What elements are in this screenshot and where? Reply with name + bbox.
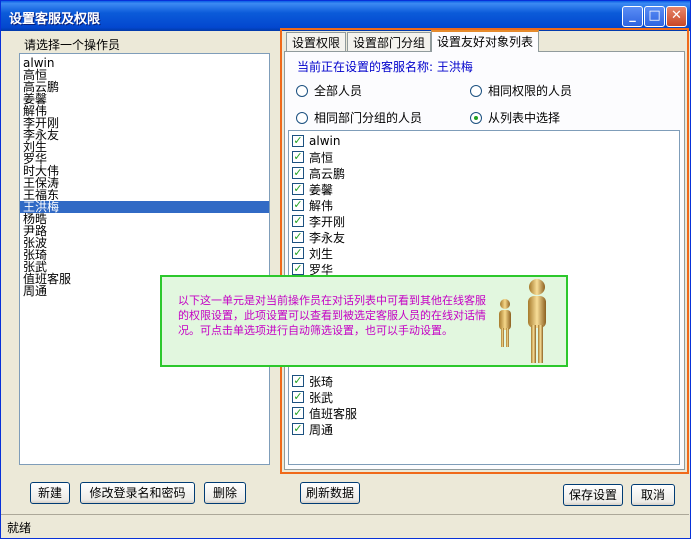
checkbox-checked-icon[interactable]: ✓ <box>292 263 304 275</box>
checklist-item-label: 李开刚 <box>309 214 346 229</box>
window-title: 设置客服及权限 <box>9 12 101 27</box>
checkbox-checked-icon[interactable]: ✓ <box>292 199 304 211</box>
checklist-item-label: 高恒 <box>309 150 334 165</box>
small-person-figure-icon <box>499 299 511 347</box>
checklist-item-label: 刘生 <box>309 246 334 261</box>
checkbox-checked-icon[interactable]: ✓ <box>292 167 304 179</box>
new-button[interactable]: 新建 <box>30 482 70 504</box>
checkbox-checked-icon[interactable]: ✓ <box>292 215 304 227</box>
radio-label: 全部人员 <box>314 84 363 98</box>
checklist-item-label: 值班客服 <box>309 406 358 421</box>
checkbox-checked-icon[interactable]: ✓ <box>292 135 304 147</box>
checklist-item-label: 解伟 <box>309 198 334 213</box>
checklist-item[interactable]: ✓ 高云鹏 <box>289 165 679 181</box>
status-bar: 就绪 <box>1 514 689 537</box>
help-tooltip: 以下这一单元是对当前操作员在对话列表中可看到其他在线客服的权限设置，此项设置可以… <box>160 275 568 367</box>
tab-department-groups[interactable]: 设置部门分组 <box>347 32 432 51</box>
checkbox-checked-icon[interactable]: ✓ <box>292 183 304 195</box>
checkbox-checked-icon[interactable]: ✓ <box>292 231 304 243</box>
cancel-button[interactable]: 取消 <box>631 484 675 506</box>
checklist-item[interactable]: ✓ 刘生 <box>289 245 679 261</box>
radio-label: 相同部门分组的人员 <box>314 111 423 125</box>
checklist-item[interactable]: ✓ alwin <box>289 133 679 149</box>
radio-same-department[interactable]: 相同部门分组的人员 <box>296 109 422 126</box>
checklist-item[interactable]: ✓ 李开刚 <box>289 213 679 229</box>
checklist-item-label: 张琦 <box>309 374 334 389</box>
checklist-item[interactable]: ✓ 周通 <box>289 421 679 437</box>
large-person-figure-icon <box>528 279 546 363</box>
radio-circle <box>470 84 482 97</box>
operator-list-label: 请选择一个操作员 <box>24 38 121 52</box>
tab-friendly-list[interactable]: 设置友好对象列表 <box>431 30 540 52</box>
radio-label: 相同权限的人员 <box>488 84 573 98</box>
checkbox-checked-icon[interactable]: ✓ <box>292 407 304 419</box>
help-tooltip-text: 以下这一单元是对当前操作员在对话列表中可看到其他在线客服的权限设置，此项设置可以… <box>178 294 486 337</box>
edit-login-button[interactable]: 修改登录名和密码 <box>80 482 195 504</box>
checklist-item-label: 李永友 <box>309 230 346 245</box>
operator-list-item[interactable]: 张琦 <box>20 249 269 261</box>
radio-from-list[interactable]: 从列表中选择 <box>470 109 560 126</box>
checklist-item[interactable]: ✓ 姜馨 <box>289 181 679 197</box>
operator-list-item[interactable]: 张波 <box>20 237 269 249</box>
close-button[interactable]: ✕ <box>666 6 687 27</box>
checklist-item-label: alwin <box>309 134 341 148</box>
checklist-item[interactable]: ✓ 张琦 <box>289 373 679 389</box>
operator-list-item[interactable]: 姜馨 <box>20 93 269 105</box>
operator-list-item[interactable]: 尹路 <box>20 225 269 237</box>
checklist-item-label: 高云鹏 <box>309 166 346 181</box>
checklist-item[interactable]: ✓ 高恒 <box>289 149 679 165</box>
delete-button[interactable]: 删除 <box>204 482 246 504</box>
current-service-label: 当前正在设置的客服名称: 王洪梅 <box>297 60 473 74</box>
operator-listbox[interactable]: alwin 高恒 高云鹏 姜馨 解伟 李开刚 李永友 刘生 罗华 时大伟 王保涛 王福东 王洪梅 杨晧 尹路… <box>19 53 270 465</box>
refresh-data-button[interactable]: 刷新数据 <box>300 482 360 504</box>
checklist-item[interactable]: ✓ 解伟 <box>289 197 679 213</box>
radio-circle <box>296 84 308 97</box>
checklist-item-label: 周通 <box>309 422 334 437</box>
operator-list-item[interactable]: 高云鹏 <box>20 81 269 93</box>
checklist-item[interactable]: ✓ 李永友 <box>289 229 679 245</box>
status-text: 就绪 <box>7 521 32 535</box>
checkbox-checked-icon[interactable]: ✓ <box>292 423 304 435</box>
checkbox-checked-icon[interactable]: ✓ <box>292 375 304 387</box>
operator-list-item[interactable]: 刘生 <box>20 141 269 153</box>
operator-list-item[interactable]: 王洪梅 <box>20 201 269 213</box>
save-settings-button[interactable]: 保存设置 <box>563 484 623 506</box>
maximize-button[interactable]: □ <box>644 6 665 27</box>
operator-list-item[interactable]: 李永友 <box>20 129 269 141</box>
radio-same-permission[interactable]: 相同权限的人员 <box>470 82 572 99</box>
radio-label: 从列表中选择 <box>488 111 561 125</box>
checkbox-checked-icon[interactable]: ✓ <box>292 247 304 259</box>
checklist-item-label: 张武 <box>309 390 334 405</box>
operator-list-item[interactable]: alwin <box>20 57 269 69</box>
title-bar[interactable]: 设置客服及权限 _ □ ✕ <box>1 1 690 31</box>
checklist-item-label: 姜馨 <box>309 182 334 197</box>
radio-circle <box>296 111 308 124</box>
radio-all-staff[interactable]: 全部人员 <box>296 82 362 99</box>
checklist-item[interactable]: ✓ 张武 <box>289 389 679 405</box>
checkbox-checked-icon[interactable]: ✓ <box>292 391 304 403</box>
checklist-item[interactable]: ✓ 值班客服 <box>289 405 679 421</box>
operator-list-item[interactable]: 杨晧 <box>20 213 269 225</box>
minimize-button[interactable]: _ <box>622 6 643 27</box>
radio-circle-selected <box>470 111 482 124</box>
checkbox-checked-icon[interactable]: ✓ <box>292 151 304 163</box>
tab-permissions[interactable]: 设置权限 <box>286 32 347 51</box>
